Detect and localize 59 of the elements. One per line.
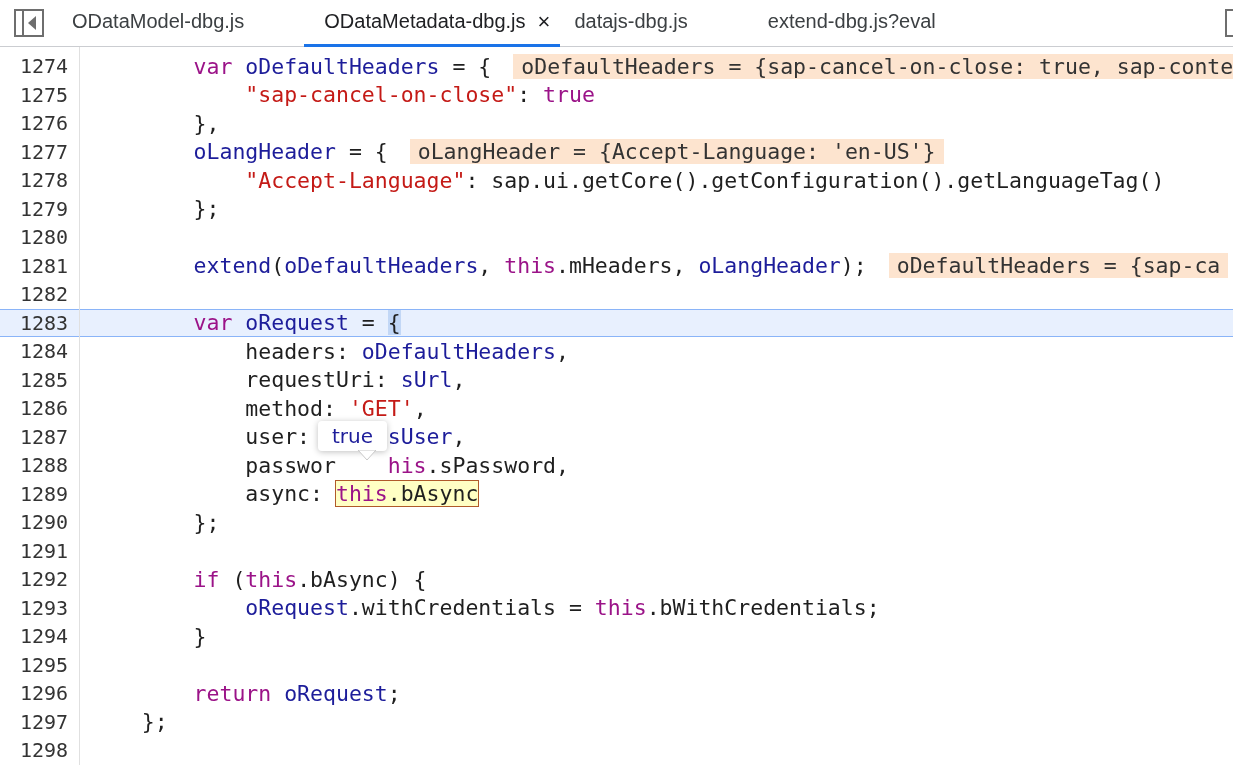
line-number: 1287 [19,424,70,449]
line-number: 1296 [19,681,70,706]
code-text: }; [193,196,220,222]
bracket-highlight: { [387,310,401,336]
line-number: 1275 [19,82,70,107]
code-text: async: [245,481,324,507]
line-number: 1295 [19,652,70,677]
line-number: 1274 [19,54,70,79]
close-button[interactable]: × [537,8,551,35]
code-text: requestUri: sUrl, [245,367,466,393]
line-number: 1286 [19,396,70,421]
code-text: "Accept-Language": sap.ui.getCore().getConfiguration().getLanguageTag() [245,167,1165,193]
line-number: 1292 [19,567,70,592]
line-number: 1281 [19,253,70,278]
code-text: }, [193,110,220,136]
line-number: 1290 [19,510,70,535]
line-number: 1279 [19,196,70,221]
line-number: 1293 [19,595,70,620]
code-text: "sap-cancel-on-close": true [245,82,595,108]
inline-value: oLangHeader = {Accept-Language: 'en-US'} [409,139,944,165]
line-number: 1298 [19,738,70,763]
file-tab[interactable]: extend-dbg.js?eval [753,0,958,47]
code-text: var oDefaultHeaders = { [193,53,492,79]
code-text: passwor [245,452,336,478]
line-number: 1289 [19,481,70,506]
inline-value: oDefaultHeaders = {sap-cancel-on-close: true, sap-conte [513,53,1233,79]
line-number: 1294 [19,624,70,649]
file-tab[interactable]: datajs-dbg.js [560,0,710,47]
file-tab[interactable]: ODataMetadata-dbg.js × [304,0,561,47]
code-text: extend(oDefaultHeaders, this.mHeaders, oLangHeader); [193,253,867,279]
line-number: 1297 [19,709,70,734]
tooltip-pointer [357,450,377,461]
line-number: 1291 [19,538,70,563]
file-tab[interactable]: ODataModel-dbg.js [58,0,267,47]
code-text: user: [245,424,311,450]
line-number: 1277 [19,139,70,164]
code-text: var oRequest = [193,310,376,336]
code-text: }; [141,709,168,735]
inline-value: oDefaultHeaders = {sap-ca [888,253,1229,279]
code-text: return oRequest; [193,680,401,706]
line-number: 1278 [19,168,70,193]
line-number: 1288 [19,453,70,478]
code-text: his.sPassword, [387,452,569,478]
line-number: 1282 [19,282,70,307]
line-number: 1280 [19,225,70,250]
line-number: 1285 [19,367,70,392]
code-text: oRequest.withCredentials = this.bWithCredentials; [245,595,880,621]
code-text: method: 'GET', [245,395,427,421]
code-text: oLangHeader = { [193,139,388,165]
code-text: sUser, [387,424,466,450]
code-text: headers: oDefaultHeaders, [245,338,569,364]
code-text: }; [193,509,220,535]
panel-icon[interactable] [1225,9,1233,37]
code-text: if (this.bAsync) { [193,566,427,592]
line-number: 1276 [19,111,70,136]
code-text: } [193,623,207,649]
line-number: 1283 [19,310,70,335]
sidebar-toggle-icon[interactable] [14,9,44,37]
line-number: 1284 [19,339,70,364]
